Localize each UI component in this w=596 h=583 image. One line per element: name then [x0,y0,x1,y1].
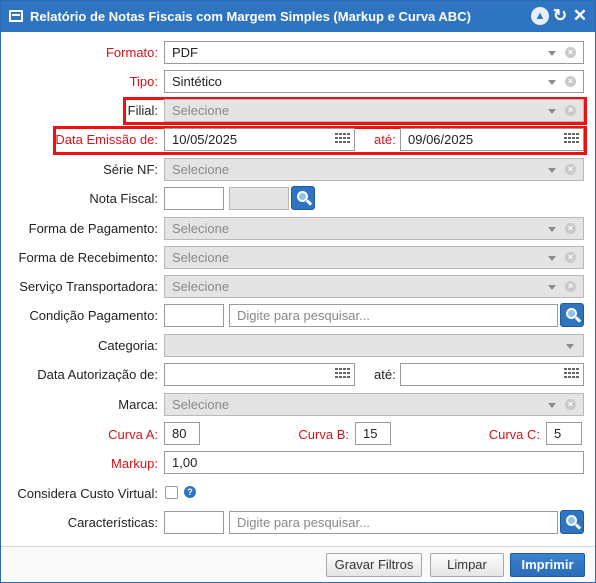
marca-placeholder: Selecione [172,397,230,412]
filial-label: Filial: [127,103,158,118]
condicao-pagamento-placeholder: Digite para pesquisar... [237,308,370,323]
serie-nf-select[interactable]: Selecione × [164,158,584,181]
marca-select[interactable]: Selecione × [164,393,584,416]
curva-b-label: Curva B: [298,427,349,442]
servico-transportadora-label: Serviço Transportadora: [19,279,158,294]
condicao-pagamento-search-input[interactable]: Digite para pesquisar... [229,304,558,327]
clear-icon[interactable]: × [565,164,576,175]
chevron-down-icon [548,403,556,408]
servico-transportadora-placeholder: Selecione [172,279,230,294]
forma-pagamento-placeholder: Selecione [172,221,230,236]
data-autorizacao-ate-label: até: [374,367,396,382]
nota-fiscal-search-button[interactable] [291,186,315,210]
forma-recebimento-select[interactable]: Selecione × [164,246,584,269]
curva-c-input[interactable]: 5 [546,422,582,445]
categoria-label: Categoria: [98,338,158,353]
data-emissao-ate-label: até: [374,132,396,147]
clear-icon[interactable]: × [565,105,576,116]
imprimir-button[interactable]: Imprimir [510,553,585,577]
title-bar: Relatório de Notas Fiscais com Margem Si… [1,1,595,32]
chevron-down-icon [566,344,574,349]
clear-icon[interactable]: × [565,223,576,234]
chevron-down-icon [548,51,556,56]
condicao-pagamento-search-button[interactable] [560,303,584,327]
report-dialog: Relatório de Notas Fiscais com Margem Si… [0,0,596,583]
servico-transportadora-select[interactable]: Selecione × [164,275,584,298]
data-autorizacao-label: Data Autorização de: [37,367,158,382]
caracteristicas-code-input[interactable] [164,511,224,534]
chevron-down-icon [548,109,556,114]
filial-placeholder: Selecione [172,103,230,118]
caracteristicas-search-input[interactable]: Digite para pesquisar... [229,511,558,534]
calendar-icon[interactable] [335,133,350,146]
custo-virtual-checkbox[interactable] [165,486,178,499]
clear-icon[interactable]: × [565,252,576,263]
curva-c-label: Curva C: [488,427,540,442]
curva-a-label: Curva A: [108,427,158,442]
data-emissao-label: Data Emissão de: [55,132,158,147]
tipo-label: Tipo: [129,74,158,89]
serie-nf-label: Série NF: [103,162,158,177]
chevron-down-icon [548,80,556,85]
condicao-pagamento-label: Condição Pagamento: [29,308,158,323]
marca-label: Marca: [118,397,158,412]
nota-fiscal-label: Nota Fiscal: [89,191,158,206]
formato-value: PDF [172,45,198,60]
dialog-title: Relatório de Notas Fiscais com Margem Si… [30,9,471,24]
forma-pagamento-label: Forma de Pagamento: [28,221,158,236]
refresh-icon[interactable]: ↻ [551,7,569,25]
forma-pagamento-select[interactable]: Selecione × [164,217,584,240]
data-emissao-to-value: 09/06/2025 [408,132,474,147]
collapse-up-icon[interactable]: ▲ [531,7,549,25]
data-autorizacao-to-input[interactable] [400,363,584,386]
curva-b-input[interactable]: 15 [355,422,391,445]
close-icon[interactable]: ✕ [571,7,589,25]
filial-select[interactable]: Selecione × [164,99,584,122]
limpar-button[interactable]: Limpar [430,553,504,577]
tipo-select[interactable]: Sintético × [164,70,584,93]
clear-icon[interactable]: × [565,47,576,58]
caracteristicas-search-button[interactable] [560,510,584,534]
chevron-down-icon [548,256,556,261]
calendar-icon[interactable] [335,368,350,381]
chevron-down-icon [548,227,556,232]
markup-input[interactable]: 1,00 [164,451,584,474]
categoria-select[interactable] [164,334,584,357]
data-autorizacao-from-input[interactable] [164,363,355,386]
data-emissao-from-value: 10/05/2025 [172,132,238,147]
markup-label: Markup: [111,456,158,471]
dialog-footer: Gravar Filtros Limpar Imprimir [1,546,595,582]
condicao-pagamento-code-input[interactable] [164,304,224,327]
clear-icon[interactable]: × [565,76,576,87]
forma-recebimento-placeholder: Selecione [172,250,230,265]
serie-nf-placeholder: Selecione [172,162,230,177]
formato-label: Formato: [105,45,158,60]
gravar-filtros-button[interactable]: Gravar Filtros [326,553,422,577]
window-icon [9,10,23,22]
caracteristicas-placeholder: Digite para pesquisar... [237,515,370,530]
custo-virtual-label: Considera Custo Virtual: [17,486,158,501]
calendar-icon[interactable] [564,133,579,146]
chevron-down-icon [548,168,556,173]
data-emissao-from-input[interactable]: 10/05/2025 [164,128,355,151]
caracteristicas-label: Características: [67,515,158,530]
nota-fiscal-input[interactable] [164,187,224,210]
calendar-icon[interactable] [564,368,579,381]
clear-icon[interactable]: × [565,399,576,410]
tipo-value: Sintético [172,74,222,89]
formato-select[interactable]: PDF × [164,41,584,64]
clear-icon[interactable]: × [565,281,576,292]
help-icon[interactable]: ? [184,486,196,498]
nota-fiscal-display [229,187,289,210]
data-emissao-to-input[interactable]: 09/06/2025 [400,128,584,151]
forma-recebimento-label: Forma de Recebimento: [18,250,158,265]
curva-a-input[interactable]: 80 [164,422,200,445]
chevron-down-icon [548,285,556,290]
